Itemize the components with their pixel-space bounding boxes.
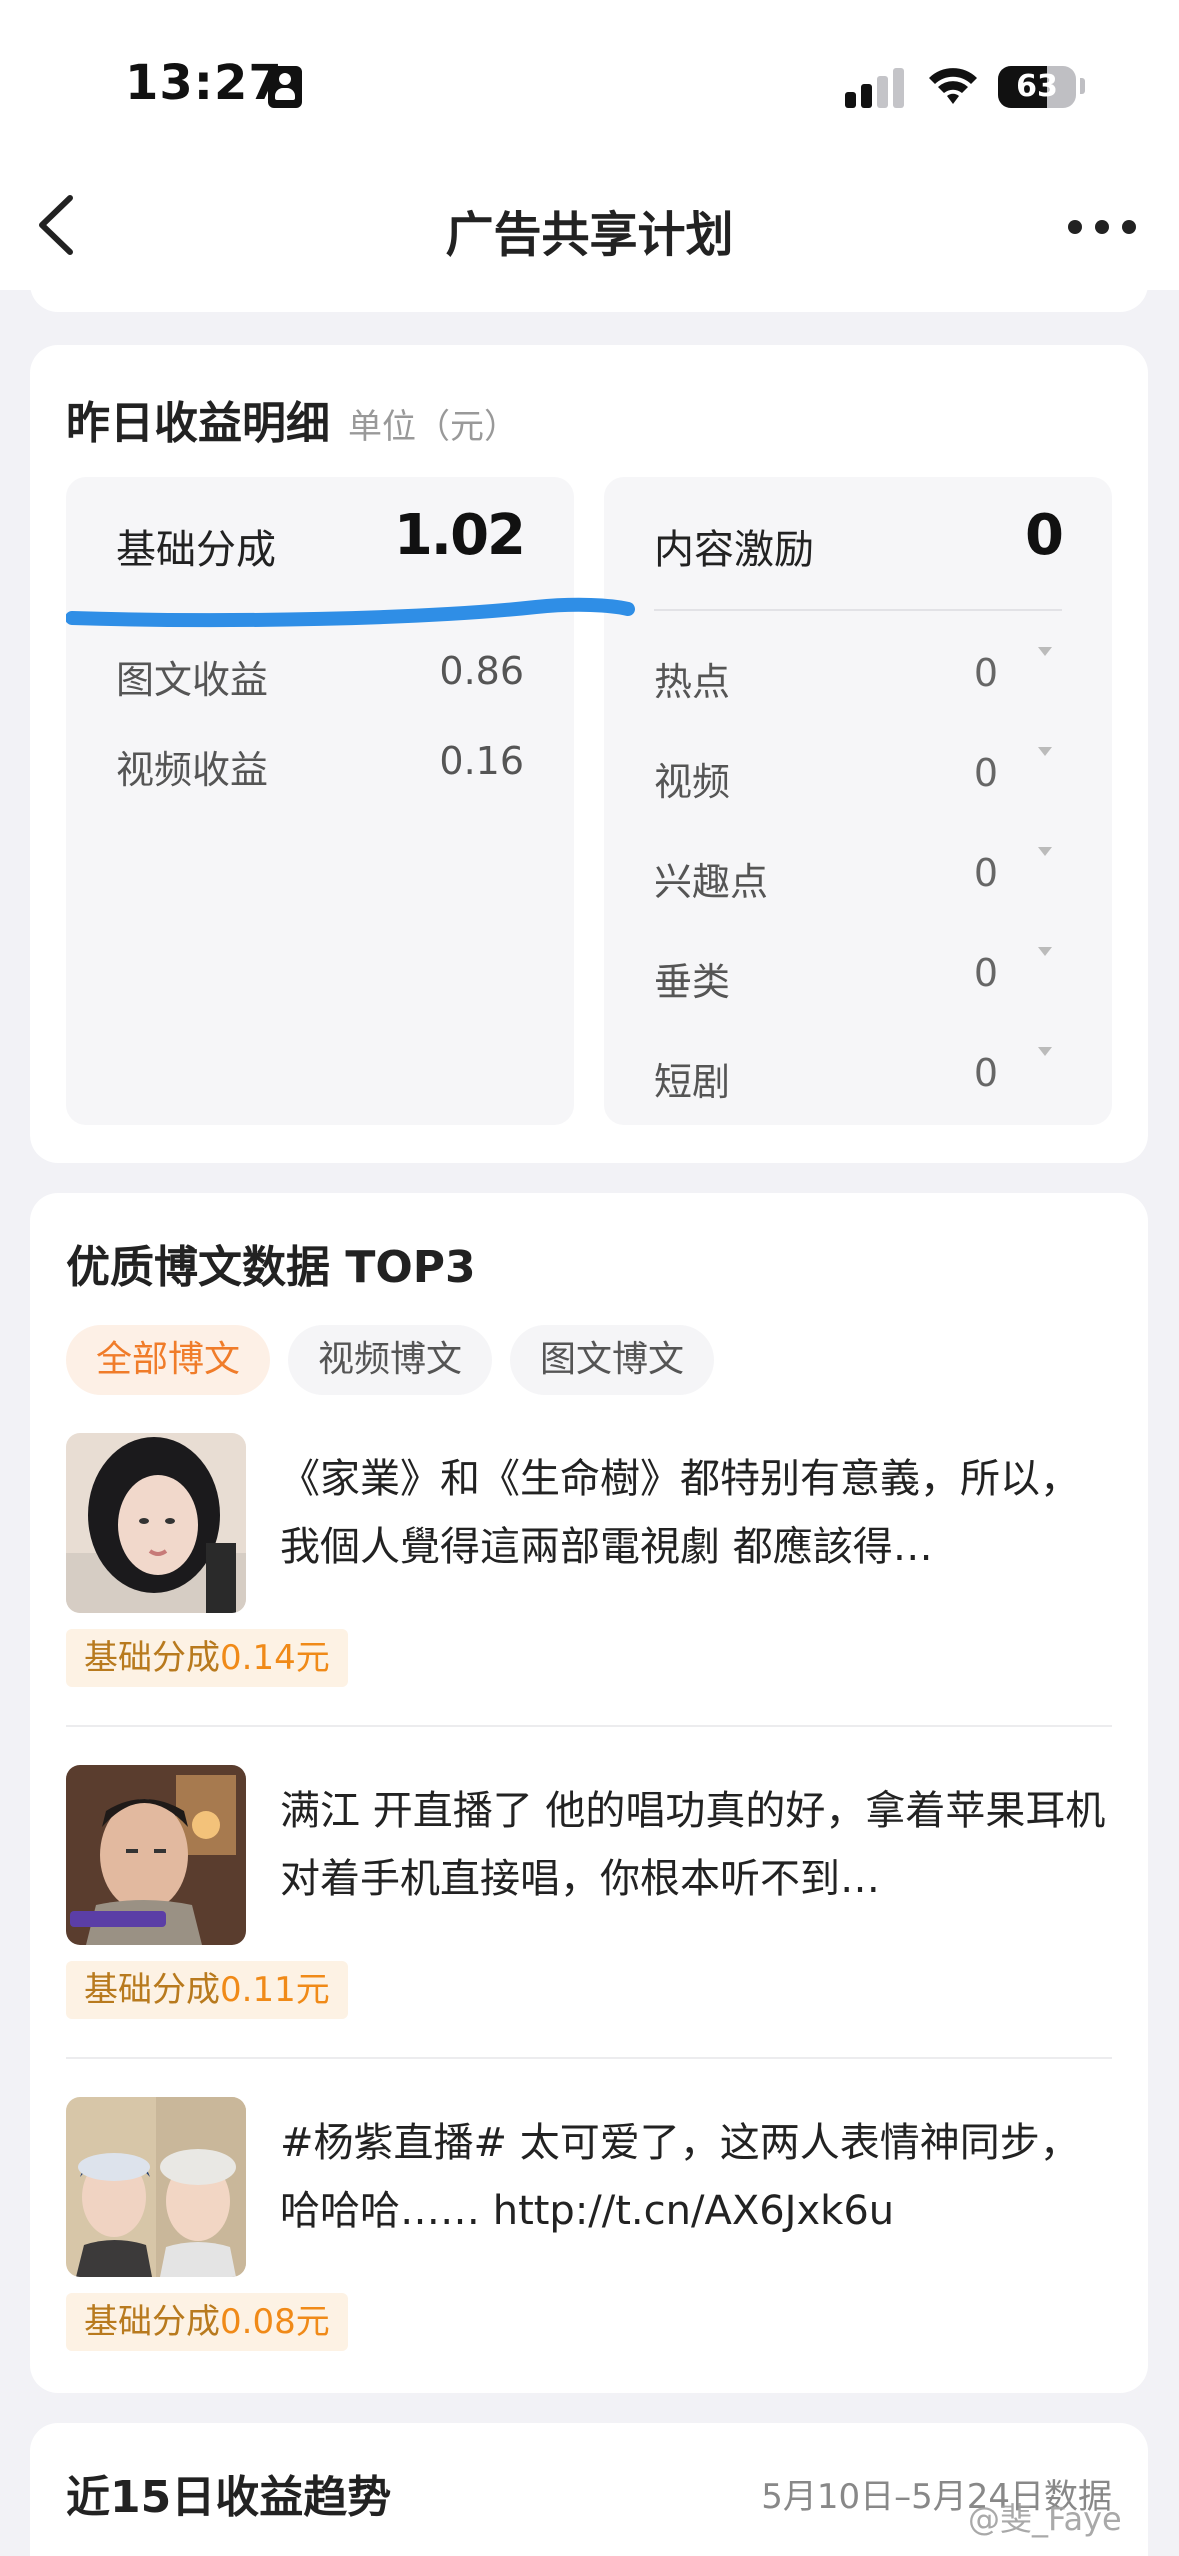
- screen: 13:27 63 广告共享计划 昨日收益明细 单位（元） 基础分成 1.02 图…: [0, 0, 1179, 2556]
- expand-caret-icon: [1038, 847, 1052, 856]
- base-share-value: 1.02: [393, 503, 526, 568]
- more-options-button[interactable]: [1068, 220, 1138, 236]
- short-drama-value: 0: [973, 1051, 998, 1095]
- post-text: #杨紫直播# 太可爱了，这两人表情神同步，哈哈哈…… http://t.cn/A…: [280, 2120, 1080, 2234]
- badge-label: 基础分成: [84, 2302, 220, 2342]
- previous-card-edge: [30, 270, 1148, 312]
- badge-label: 基础分成: [84, 1638, 220, 1678]
- battery-icon: 63: [998, 66, 1076, 108]
- base-share-panel: 基础分成 1.02 图文收益 0.86 视频收益 0.16: [66, 477, 574, 1125]
- income-title: 昨日收益明细 单位（元）: [66, 387, 518, 451]
- watermark: @斐_Faye: [968, 2500, 1122, 2538]
- post-divider: [66, 2057, 1112, 2059]
- hotspot-value: 0: [973, 651, 998, 695]
- post-item-3[interactable]: #杨紫直播# 太可爱了，这两人表情神同步，哈哈哈…… http://t.cn/A…: [66, 2097, 1112, 2357]
- badge-amount: 0.14元: [220, 1638, 330, 1678]
- content-incentive-panel: 内容激励 0 热点 0 视频 0 兴趣点 0 垂类 0 短剧 0: [604, 477, 1112, 1125]
- post-item-2[interactable]: 满江 开直播了 他的唱功真的好，拿着苹果耳机 对着手机直接唱，你根本听不到… 基…: [66, 1765, 1112, 2025]
- video-income-label: 视频收益: [116, 748, 269, 792]
- highlight-underline: [66, 597, 635, 628]
- tab-video-posts[interactable]: 视频博文: [288, 1325, 493, 1395]
- income-detail-card: 昨日收益明细 单位（元） 基础分成 1.02 图文收益 0.86 视频收益 0.1…: [30, 345, 1148, 1163]
- video-incentive-label: 视频: [654, 760, 731, 804]
- tab-image-text-posts[interactable]: 图文博文: [510, 1325, 715, 1395]
- vertical-value: 0: [973, 951, 998, 995]
- interest-point-label: 兴趣点: [654, 860, 769, 904]
- video-income-value: 0.16: [439, 739, 524, 783]
- trend-title: 近15日收益趋势: [66, 2472, 392, 2523]
- post-divider: [66, 1725, 1112, 1727]
- expand-caret-icon: [1038, 947, 1052, 956]
- top-posts-title: 优质博文数据 TOP3: [66, 1242, 476, 1293]
- expand-caret-icon: [1038, 647, 1052, 656]
- content-incentive-value: 0: [1025, 503, 1064, 568]
- hotspot-label: 热点: [654, 660, 731, 704]
- wifi-icon: [929, 68, 977, 104]
- cellular-signal-icon: [845, 68, 905, 108]
- expand-caret-icon: [1038, 747, 1052, 756]
- base-share-badge: 基础分成0.14元: [66, 1629, 348, 1687]
- image-text-income-label: 图文收益: [116, 658, 269, 702]
- badge-amount: 0.08元: [220, 2302, 330, 2342]
- page-title: 广告共享计划: [445, 207, 734, 263]
- income-title-text: 昨日收益明细: [66, 398, 330, 449]
- base-share-badge: 基础分成0.08元: [66, 2293, 348, 2351]
- tab-all-posts[interactable]: 全部博文: [66, 1325, 271, 1395]
- video-incentive-value: 0: [973, 751, 998, 795]
- id-card-icon: [268, 66, 302, 108]
- interest-point-value: 0: [973, 851, 998, 895]
- base-share-label: 基础分成: [116, 527, 276, 573]
- post-item-1[interactable]: 《家業》和《生命樹》都特别有意義，所以，我個人覺得這兩部電視劇 都應該得… 基础…: [66, 1433, 1112, 1693]
- badge-label: 基础分成: [84, 1970, 220, 2010]
- base-share-badge: 基础分成0.11元: [66, 1961, 348, 2019]
- image-text-income-value: 0.86: [439, 649, 524, 693]
- post-text: 《家業》和《生命樹》都特别有意義，所以，我個人覺得這兩部電視劇 都應該得…: [280, 1456, 1080, 1570]
- top-bar: 13:27 63 广告共享计划: [0, 0, 1179, 290]
- short-drama-label: 短剧: [654, 1060, 731, 1104]
- battery-tip: [1080, 78, 1085, 94]
- post-thumbnail: [66, 1433, 246, 1613]
- post-text: 满江 开直播了 他的唱功真的好，拿着苹果耳机 对着手机直接唱，你根本听不到…: [280, 1788, 1106, 1902]
- expand-caret-icon: [1038, 1047, 1052, 1056]
- vertical-label: 垂类: [654, 960, 731, 1004]
- badge-amount: 0.11元: [220, 1970, 330, 2010]
- content-incentive-label: 内容激励: [654, 527, 814, 573]
- post-thumbnail: [66, 1765, 246, 1945]
- top-posts-card: 优质博文数据 TOP3 全部博文 视频博文 图文博文 《家業》和《生命樹》都特别…: [30, 1193, 1148, 2393]
- income-unit: 单位（元）: [348, 407, 518, 447]
- content-divider: [654, 609, 1062, 611]
- battery-percent: 63: [1016, 69, 1058, 104]
- post-thumbnail: [66, 2097, 246, 2277]
- status-time: 13:27: [125, 55, 283, 111]
